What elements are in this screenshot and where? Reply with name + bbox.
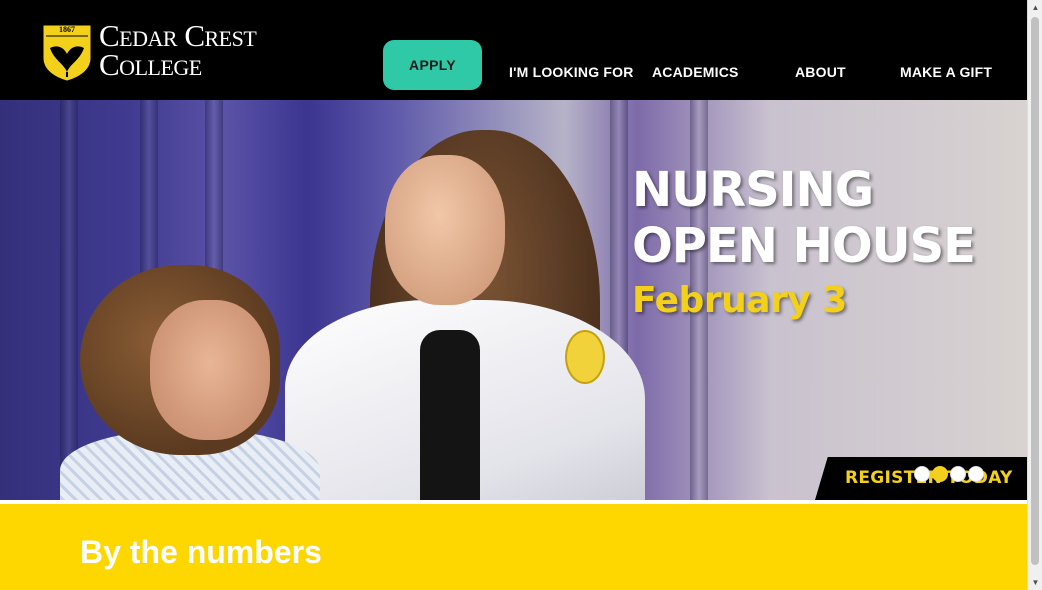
slider-dot-1[interactable]: [914, 466, 930, 482]
by-the-numbers-heading: By the numbers: [80, 534, 322, 570]
hero-date: February 3: [632, 280, 847, 321]
nav-academics[interactable]: ACADEMICS: [652, 64, 739, 80]
photo-nurse-shirt: [420, 330, 480, 500]
slider-dot-4[interactable]: [968, 466, 984, 482]
page: 1867 Cedar Crest College APPLY I'M LOOKI…: [0, 0, 1027, 590]
logo-line-2: College: [99, 47, 202, 82]
slider-dots: [914, 466, 984, 482]
curtain-fold: [60, 100, 78, 500]
hero-banner[interactable]: NURSING OPEN HOUSE February 3 REGISTER T…: [0, 100, 1027, 500]
logo-line-1: Cedar Crest: [99, 18, 257, 53]
slider-dot-3[interactable]: [950, 466, 966, 482]
vertical-scrollbar[interactable]: ▲ ▼: [1027, 0, 1042, 590]
hero-line-2: OPEN HOUSE: [632, 218, 976, 274]
by-the-numbers-section: By the numbers: [0, 504, 1027, 590]
photo-nurse-face: [385, 155, 505, 305]
nav-about[interactable]: ABOUT: [795, 64, 846, 80]
logo-wordmark: Cedar Crest College: [99, 18, 257, 82]
photo-patient-face: [150, 300, 270, 440]
nav-im-looking-for[interactable]: I'M LOOKING FOR: [509, 64, 634, 80]
photo-coat-badge: [565, 330, 605, 384]
logo-year: 1867: [59, 25, 75, 34]
triangle-up-icon[interactable]: ▲: [1028, 0, 1042, 15]
apply-button[interactable]: APPLY: [383, 40, 482, 90]
slider-dot-2[interactable]: [932, 466, 948, 482]
nav-make-a-gift[interactable]: MAKE A GIFT: [900, 64, 992, 80]
site-header: 1867 Cedar Crest College APPLY I'M LOOKI…: [0, 0, 1027, 100]
college-logo[interactable]: 1867 Cedar Crest College: [42, 18, 282, 82]
hero-headline: NURSING OPEN HOUSE February 3: [632, 162, 976, 328]
triangle-down-icon[interactable]: ▼: [1028, 575, 1042, 590]
scrollbar-thumb[interactable]: [1031, 17, 1039, 565]
hero-line-1: NURSING: [632, 162, 874, 218]
